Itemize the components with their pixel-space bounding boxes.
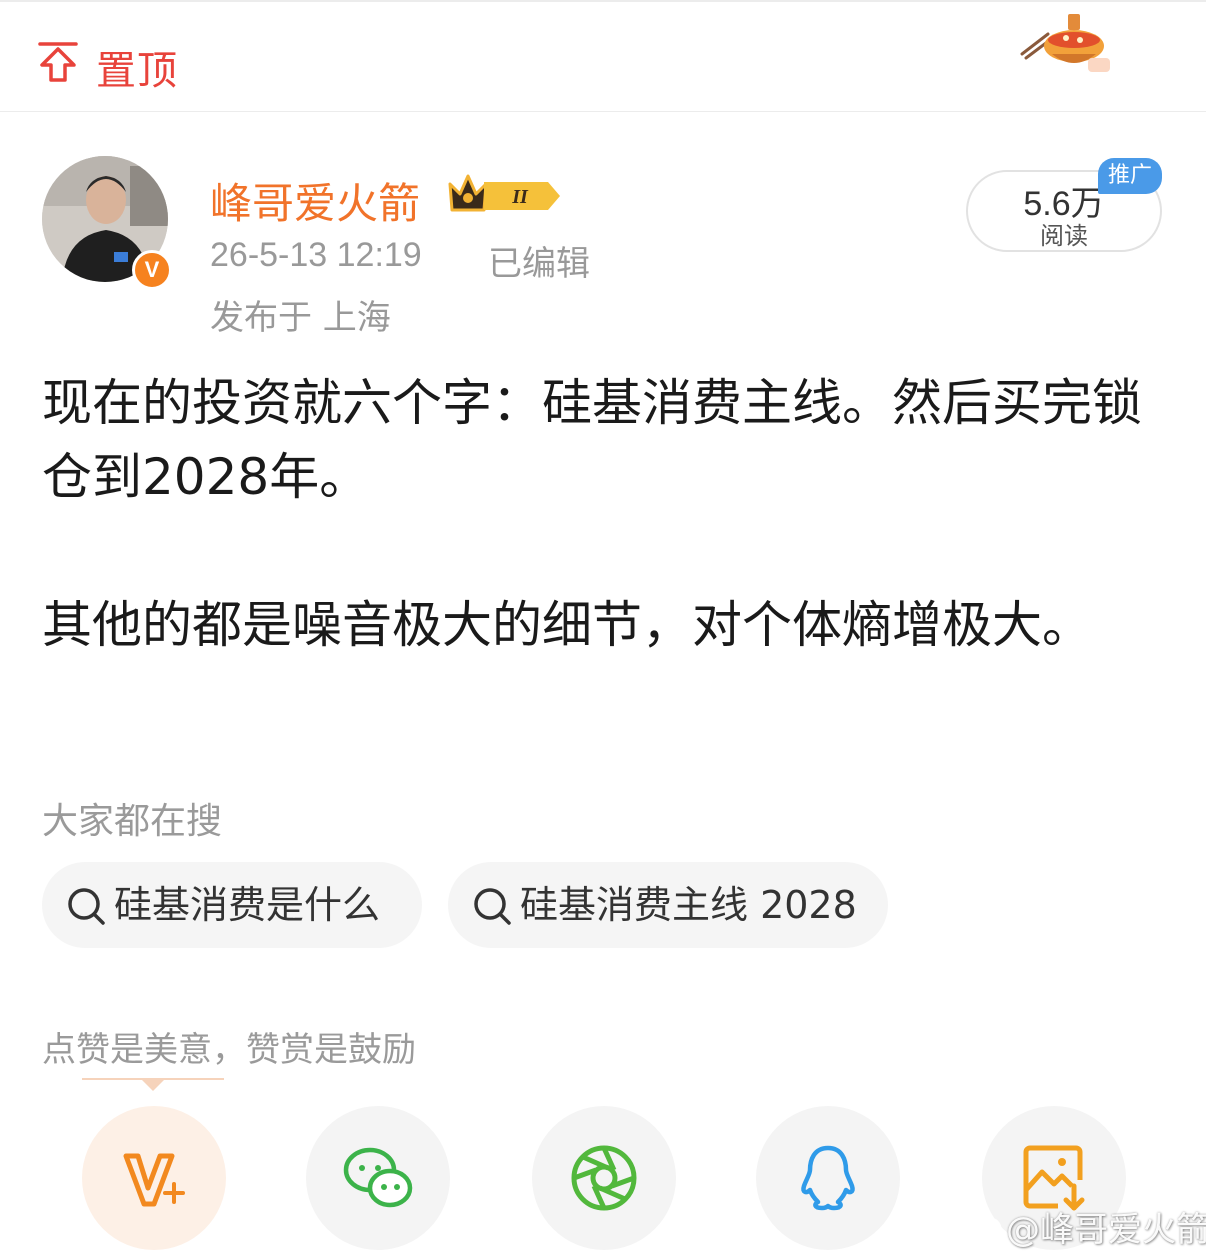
post-text: 现在的投资就六个字：硅基消费主线。然后买完锁仓到2028年。 其他的都是噪音极大… bbox=[42, 374, 1142, 654]
promote-badge[interactable]: 推广 bbox=[1098, 158, 1163, 194]
weibo-watermark: @峰哥爱火箭 bbox=[962, 1202, 1206, 1251]
wechat-icon bbox=[343, 1147, 413, 1208]
author-name[interactable]: 峰哥爱火箭 bbox=[210, 170, 420, 231]
tip-caret bbox=[142, 1080, 164, 1091]
reward-tip: 点赞是美意，赞赏是鼓励 bbox=[42, 1030, 416, 1070]
search-chip[interactable]: 硅基消费是什么 bbox=[42, 862, 422, 948]
search-icon bbox=[68, 888, 105, 925]
moments-icon bbox=[571, 1145, 637, 1211]
read-label: 阅读 bbox=[1040, 222, 1088, 250]
hotpot-icon bbox=[1020, 14, 1110, 72]
share-qq-button[interactable] bbox=[756, 1106, 900, 1250]
pinned-header: 置顶 bbox=[0, 0, 1206, 112]
search-chip[interactable]: 硅基消费主线 2028 bbox=[448, 862, 888, 948]
verified-badge: V bbox=[132, 250, 172, 290]
pin-to-top-icon bbox=[38, 42, 78, 82]
v-plus-icon bbox=[123, 1153, 185, 1207]
search-suggestions-heading: 大家都在搜 bbox=[42, 801, 223, 842]
share-moments-button[interactable] bbox=[532, 1106, 676, 1250]
reward-button[interactable] bbox=[82, 1106, 226, 1250]
vip-level: II bbox=[511, 186, 529, 208]
watermark-text: @峰哥爱火箭 bbox=[1006, 1210, 1206, 1250]
search-chip-label: 硅基消费是什么 bbox=[114, 883, 381, 927]
post-location: 发布于 上海 bbox=[210, 298, 391, 338]
search-chip-label: 硅基消费主线 2028 bbox=[520, 883, 857, 927]
share-wechat-button[interactable] bbox=[306, 1106, 450, 1250]
post-time: 26-5-13 12:19 bbox=[210, 236, 422, 274]
pinned-label: 置顶 bbox=[96, 48, 178, 94]
search-icon bbox=[474, 888, 511, 925]
weibo-icon bbox=[962, 1217, 1002, 1247]
qq-icon bbox=[801, 1145, 855, 1211]
edited-label[interactable]: 已编辑 bbox=[488, 236, 590, 285]
vip-crown-icon[interactable]: II bbox=[444, 170, 564, 220]
